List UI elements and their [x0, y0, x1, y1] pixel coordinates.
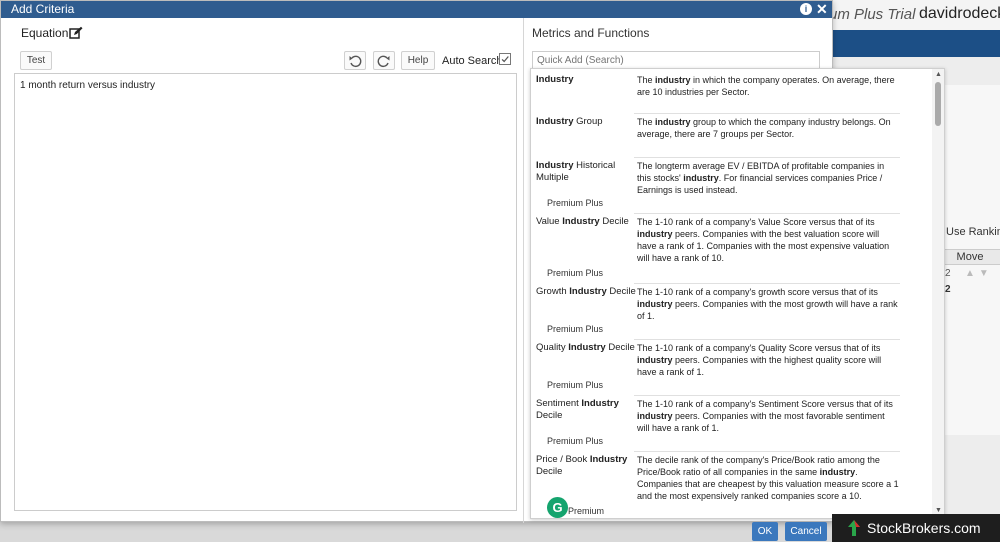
premium-badge: Premium Plus [547, 324, 604, 334]
metric-name: Industry Group [536, 116, 603, 127]
item-separator [634, 395, 900, 396]
cancel-button[interactable]: Cancel [785, 522, 827, 541]
dialog-title: Add Criteria [11, 2, 75, 16]
equation-header: Equation [21, 26, 69, 40]
redo-button[interactable] [373, 51, 395, 70]
metric-name: Sentiment Industry Decile [536, 398, 619, 421]
metric-description: The 1-10 rank of a company's Value Score… [637, 217, 890, 263]
undo-icon [349, 55, 362, 68]
metric-description: The industry in which the company operat… [637, 75, 895, 97]
metric-name: Value Industry Decile [536, 216, 629, 227]
premium-badge: Premium [568, 506, 605, 516]
metric-description: The longterm average EV / EBITDA of prof… [637, 161, 885, 195]
stockbrokers-watermark: StockBrokers.com [832, 514, 1000, 542]
move-arrows-icon[interactable]: ▲▼ [965, 268, 993, 279]
row-value: 2 [945, 284, 951, 295]
auto-search-checkbox[interactable] [499, 53, 511, 65]
metric-description: The 1-10 rank of a company's growth scor… [637, 287, 898, 321]
info-icon[interactable]: i [800, 3, 812, 15]
item-separator [634, 339, 900, 340]
metrics-dropdown-list: Industry The industry in which the compa… [530, 68, 945, 519]
metric-name: Quality Industry Decile [536, 342, 635, 353]
row-value: 2 [945, 268, 951, 279]
move-column-header: Move [940, 249, 1000, 265]
equation-editor[interactable]: 1 month return versus industry [14, 73, 517, 511]
scroll-thumb[interactable] [935, 82, 941, 126]
redo-icon [377, 55, 390, 68]
premium-badge: Premium Plus [547, 436, 604, 446]
undo-button[interactable] [344, 51, 366, 70]
premium-badge: Premium Plus [547, 268, 604, 278]
metrics-header: Metrics and Functions [532, 26, 650, 40]
metric-description: The decile rank of the company's Price/B… [637, 455, 899, 501]
item-separator [634, 451, 900, 452]
metric-description: The industry group to which the company … [637, 117, 891, 139]
equation-text: 1 month return versus industry [20, 80, 156, 91]
scroll-down-arrow-icon[interactable]: ▼ [935, 507, 942, 514]
premium-badge: Premium Plus [547, 380, 604, 390]
username-label[interactable]: davidrodeck [919, 5, 1000, 23]
grammarly-icon[interactable]: G [547, 497, 568, 518]
premium-badge: Premium Plus [547, 198, 604, 208]
trial-banner: um Plus Trial [829, 6, 916, 23]
use-ranking-option[interactable]: Use Rankin [946, 226, 1000, 238]
ok-button[interactable]: OK [752, 522, 778, 541]
edit-icon[interactable] [69, 26, 83, 40]
metric-description: The 1-10 rank of a company's Sentiment S… [637, 399, 893, 433]
help-button[interactable]: Help [401, 51, 435, 70]
stockbrokers-logo-icon [848, 520, 860, 536]
dialog-title-bar: Add Criteria i ✕ [1, 1, 832, 18]
item-separator [634, 213, 900, 214]
list-scrollbar[interactable]: ▲ ▼ [932, 69, 944, 518]
test-button[interactable]: Test [20, 51, 52, 70]
item-separator [634, 283, 900, 284]
metric-description: The 1-10 rank of a company's Quality Sco… [637, 343, 882, 377]
metric-name: Industry Historical Multiple [536, 160, 616, 183]
item-separator [634, 113, 900, 114]
metric-name: Industry [536, 74, 574, 85]
item-separator [634, 157, 900, 158]
metric-name: Price / Book Industry Decile [536, 454, 628, 477]
watermark-text: StockBrokers.com [867, 520, 981, 536]
auto-search-label: Auto Search: [442, 55, 506, 67]
close-icon[interactable]: ✕ [816, 1, 828, 18]
pane-divider [523, 18, 524, 523]
metric-name: Growth Industry Decile [536, 286, 636, 297]
scroll-up-arrow-icon[interactable]: ▲ [935, 71, 942, 78]
